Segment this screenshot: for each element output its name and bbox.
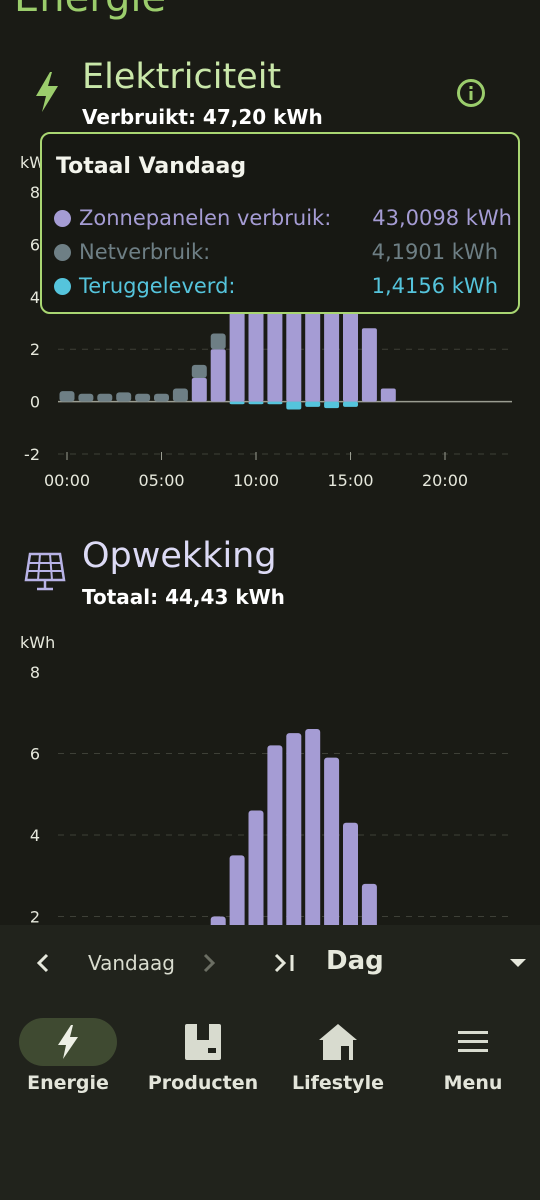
bar-grid [154, 393, 169, 402]
bar-generation [267, 745, 283, 925]
tooltip-title: Totaal Vandaag [56, 154, 247, 179]
skip-to-end-icon[interactable] [272, 952, 298, 974]
x-tick-label: 15:00 [327, 471, 373, 490]
bolt-icon [58, 1025, 78, 1059]
tooltip-value-grid: 4,1901 kWh [371, 240, 498, 264]
bar-generation [248, 810, 264, 925]
y-tick-label: 6 [30, 745, 40, 764]
x-tick-label: 10:00 [233, 471, 279, 490]
bolt-icon [36, 72, 58, 112]
bar-grid [135, 393, 151, 402]
period-label[interactable]: Vandaag [88, 951, 175, 975]
bar-solar [361, 328, 377, 402]
bar-generation [286, 733, 302, 925]
chevron-left-icon[interactable] [34, 952, 52, 974]
bar-grid [78, 393, 94, 402]
nav-label: Menu [443, 1072, 503, 1094]
bar-generation [210, 916, 226, 925]
bar-solar [380, 388, 396, 402]
nav-energie[interactable]: Energie [3, 1018, 133, 1094]
bar-return [286, 401, 302, 410]
bar-return [267, 401, 283, 405]
box-icon [185, 1024, 221, 1060]
tooltip-label-solar: Zonnepanelen verbruik: [79, 206, 332, 230]
caret-down-icon[interactable] [508, 956, 528, 970]
x-tick-label: 00:00 [44, 471, 90, 490]
chevron-right-icon[interactable] [200, 952, 218, 974]
bar-return [324, 401, 340, 409]
legend-dot-return [54, 277, 71, 295]
nav-label: Energie [27, 1072, 109, 1094]
solar-panel-icon [24, 552, 66, 591]
x-tick-label: 05:00 [138, 471, 184, 490]
y-tick-label: 8 [30, 663, 40, 682]
menu-icon [458, 1031, 488, 1052]
legend-dot-solar [54, 209, 71, 227]
bar-generation [324, 757, 340, 925]
page-title: Energie [14, 0, 166, 18]
y-tick-label: 4 [30, 288, 40, 307]
nav-menu[interactable]: Menu [408, 1018, 538, 1094]
bar-generation [229, 855, 245, 925]
x-tick-label: 20:00 [422, 471, 468, 490]
bar-grid [191, 364, 207, 379]
tooltip-row-return: Teruggeleverd: 1,4156 kWh [54, 274, 514, 298]
bar-return [229, 401, 245, 405]
nav-active-indicator [19, 1018, 117, 1066]
bar-grid [116, 392, 132, 402]
tooltip-value-return: 1,4156 kWh [371, 274, 498, 298]
y-tick-label: 2 [30, 340, 40, 359]
bar-generation [361, 883, 377, 925]
generation-title: Opwekking [82, 536, 277, 576]
nav-producten[interactable]: Producten [138, 1018, 268, 1094]
y-tick-label: 0 [30, 393, 40, 412]
info-icon[interactable] [456, 78, 486, 108]
bar-grid [210, 333, 226, 350]
y-axis-unit: kWh [20, 633, 55, 652]
bar-generation [343, 822, 358, 925]
bar-solar [229, 309, 245, 402]
bar-solar [210, 349, 226, 402]
bar-return [248, 401, 264, 405]
electricity-subtitle: Verbruikt: 47,20 kWh [82, 105, 323, 129]
tooltip-total-today: Totaal Vandaag Zonnepanelen verbruik: 43… [40, 132, 520, 314]
bar-grid [97, 393, 113, 402]
bar-return [305, 401, 321, 407]
tooltip-row-grid: Netverbruik: 4,1901 kWh [54, 240, 514, 264]
generation-subtitle: Totaal: 44,43 kWh [82, 585, 285, 609]
nav-label: Producten [147, 1072, 259, 1094]
bar-return [343, 401, 358, 407]
nav-label: Lifestyle [292, 1072, 384, 1094]
house-icon [319, 1024, 357, 1060]
y-tick-label: 8 [30, 183, 40, 202]
tooltip-value-solar: 43,0098 kWh [372, 206, 512, 230]
nav-lifestyle[interactable]: Lifestyle [273, 1018, 403, 1094]
bar-solar [191, 378, 207, 402]
legend-dot-grid [54, 243, 71, 261]
y-tick-label: 2 [30, 908, 40, 926]
tooltip-row-solar: Zonnepanelen verbruik: 43,0098 kWh [54, 206, 514, 230]
y-tick-label: -2 [24, 445, 40, 464]
y-tick-label: 4 [30, 826, 40, 845]
bar-grid [172, 388, 188, 402]
bar-generation [305, 729, 321, 925]
tooltip-label-return: Teruggeleverd: [79, 274, 236, 298]
generation-chart[interactable]: kWh 2 4 6 8 [0, 620, 540, 925]
electricity-title: Elektriciteit [82, 57, 282, 97]
bar-grid [59, 391, 75, 402]
tooltip-label-grid: Netverbruik: [79, 240, 211, 264]
granularity-select[interactable]: Dag [326, 946, 384, 976]
y-tick-label: 6 [30, 235, 40, 254]
